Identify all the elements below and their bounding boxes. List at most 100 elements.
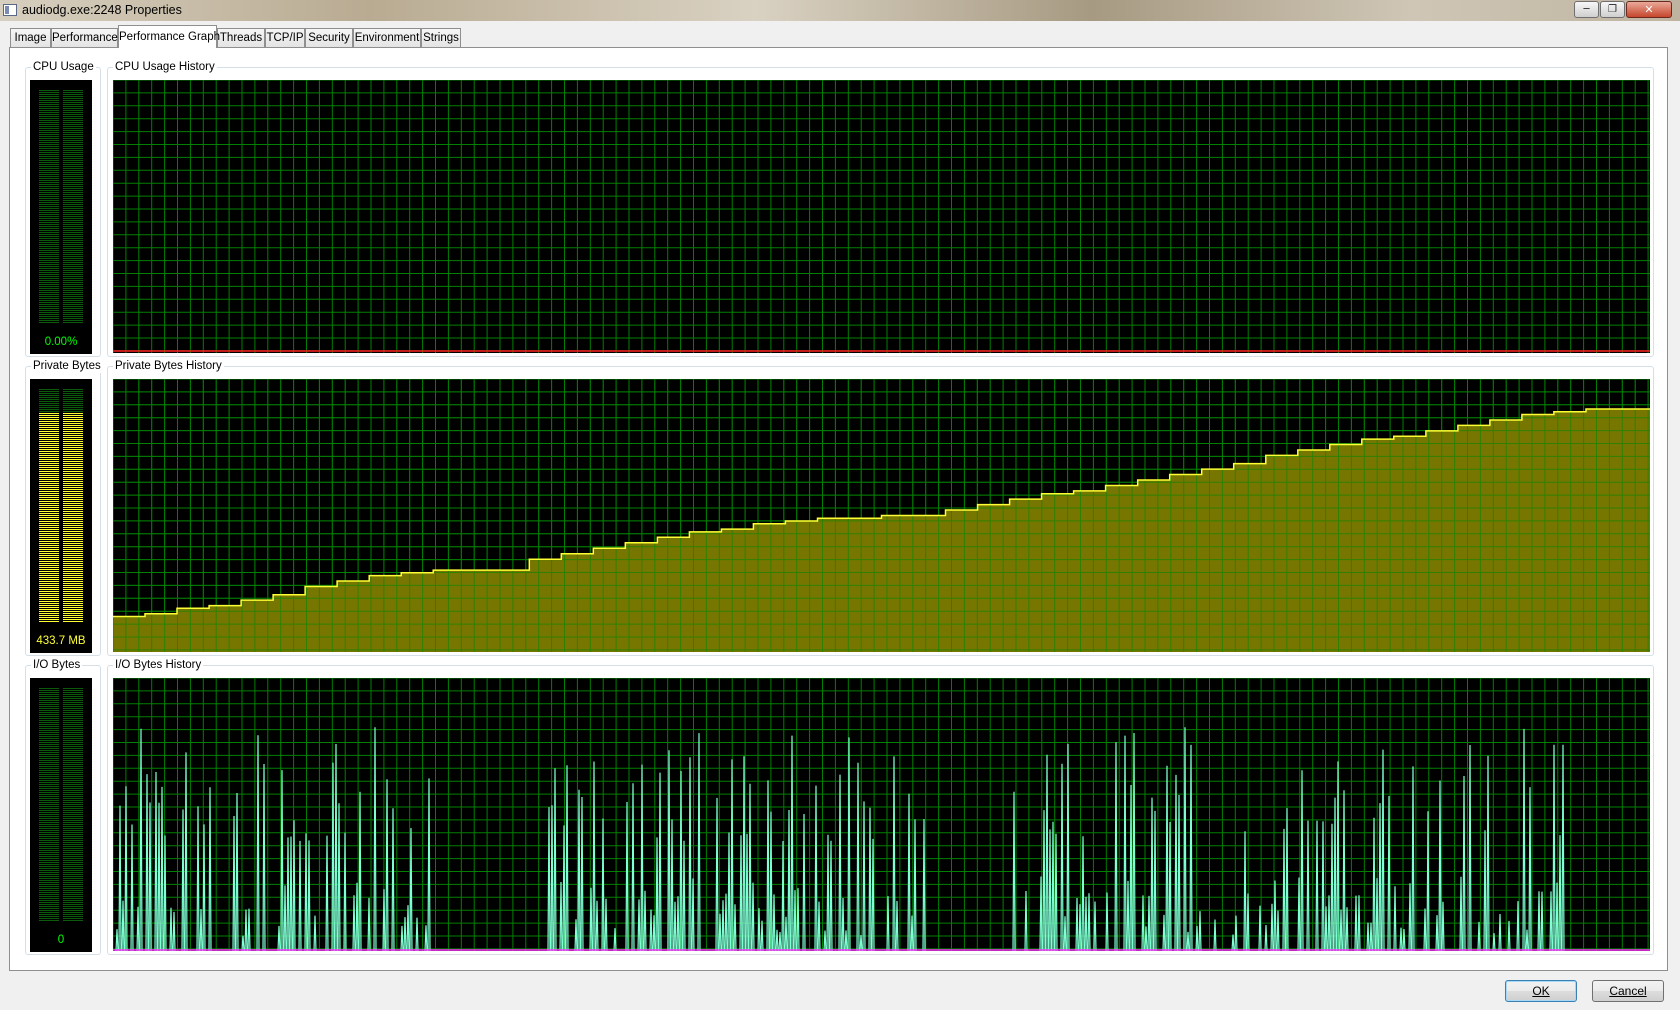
meter-segment-empty: [39, 772, 59, 773]
meter-segment-filled: [63, 417, 83, 418]
meter-segment-filled: [63, 419, 83, 420]
meter-segment-empty: [39, 714, 59, 715]
meter-segment-filled: [39, 613, 59, 614]
meter-segment-empty: [39, 94, 59, 95]
meter-segment-empty: [39, 134, 59, 135]
meter-segment-empty: [39, 230, 59, 231]
meter-segment-filled: [39, 581, 59, 582]
meter-segment-filled: [63, 569, 83, 570]
meter-segment-filled: [39, 547, 59, 548]
tab-threads[interactable]: Threads: [217, 28, 265, 48]
meter-segment-filled: [39, 475, 59, 476]
meter-segment-empty: [63, 880, 83, 881]
minimize-button[interactable]: ─: [1574, 1, 1599, 18]
meter-segment-filled: [39, 443, 59, 444]
meter-segment-empty: [39, 397, 59, 398]
meter-segment-empty: [39, 832, 59, 833]
meter-segment-filled: [63, 611, 83, 612]
meter-segment-empty: [63, 792, 83, 793]
meter-segment-empty: [39, 220, 59, 221]
meter-segment-filled: [63, 527, 83, 528]
meter-segment-empty: [39, 304, 59, 305]
meter-segment-filled: [63, 531, 83, 532]
meter-segment-empty: [39, 844, 59, 845]
tab-image[interactable]: Image: [10, 28, 51, 48]
ok-button[interactable]: OK: [1505, 980, 1577, 1002]
meter-segment-empty: [39, 202, 59, 203]
meter-segment-filled: [39, 503, 59, 504]
meter-segment-filled: [63, 541, 83, 542]
meter-segment-empty: [63, 208, 83, 209]
meter-segment-filled: [39, 479, 59, 480]
meter-segment-empty: [63, 240, 83, 241]
cancel-button[interactable]: Cancel: [1592, 980, 1664, 1002]
tab-tcpip[interactable]: TCP/IP: [265, 28, 305, 48]
meter-segment-filled: [63, 463, 83, 464]
meter-segment-filled: [39, 429, 59, 430]
meter-segment-filled: [63, 505, 83, 506]
meter-segment-empty: [63, 198, 83, 199]
meter-segment-empty: [63, 96, 83, 97]
meter-segment-filled: [39, 521, 59, 522]
tab-strings[interactable]: Strings: [421, 28, 461, 48]
meter-segment-empty: [63, 274, 83, 275]
meter-segment-empty: [39, 916, 59, 917]
meter-segment-empty: [39, 900, 59, 901]
meter-segment-filled: [39, 497, 59, 498]
meter-segment-empty: [63, 164, 83, 165]
meter-segment-empty: [63, 802, 83, 803]
meter-segment-empty: [39, 754, 59, 755]
meter-segment-empty: [39, 250, 59, 251]
meter-segment-empty: [39, 200, 59, 201]
meter-segment-empty: [63, 180, 83, 181]
meter-segment-empty: [39, 248, 59, 249]
meter-segment-empty: [39, 872, 59, 873]
meter-segment-empty: [63, 395, 83, 396]
meter-segment-filled: [39, 435, 59, 436]
meter-segment-empty: [39, 890, 59, 891]
tab-security[interactable]: Security: [305, 28, 353, 48]
meter-segment-empty: [63, 122, 83, 123]
meter-segment-filled: [63, 521, 83, 522]
meter-segment-filled: [39, 607, 59, 608]
meter-segment-empty: [39, 148, 59, 149]
meter-segment-filled: [63, 425, 83, 426]
meter-segment-empty: [39, 258, 59, 259]
meter-segment-empty: [63, 698, 83, 699]
meter-segment-empty: [39, 240, 59, 241]
meter-segment-filled: [39, 529, 59, 530]
meter-segment-empty: [39, 272, 59, 273]
meter-segment-empty: [63, 170, 83, 171]
meter-segment-filled: [63, 437, 83, 438]
meter-segment-empty: [39, 98, 59, 99]
meter-segment-empty: [63, 411, 83, 412]
meter-segment-filled: [39, 513, 59, 514]
meter-segment-empty: [63, 238, 83, 239]
meter-segment-filled: [39, 577, 59, 578]
meter-segment-empty: [63, 278, 83, 279]
meter-segment-empty: [63, 794, 83, 795]
meter-segment-empty: [63, 132, 83, 133]
meter-segment-empty: [39, 848, 59, 849]
meter-segment-empty: [39, 178, 59, 179]
tab-performance[interactable]: Performance: [51, 28, 118, 48]
meter-segment-filled: [39, 589, 59, 590]
tab-performance-graph[interactable]: Performance Graph: [118, 25, 220, 48]
cpu-history-label: CPU Usage History: [113, 60, 217, 74]
close-button[interactable]: ✕: [1626, 1, 1672, 18]
meter-segment-empty: [63, 920, 83, 921]
meter-segment-empty: [63, 114, 83, 115]
meter-segment-empty: [63, 822, 83, 823]
maximize-button[interactable]: ❐: [1600, 1, 1625, 18]
tab-environment[interactable]: Environment: [353, 28, 421, 48]
meter-segment-filled: [63, 479, 83, 480]
meter-segment-empty: [63, 858, 83, 859]
meter-segment-empty: [39, 800, 59, 801]
meter-segment-empty: [63, 168, 83, 169]
meter-segment-empty: [63, 908, 83, 909]
meter-segment-filled: [39, 501, 59, 502]
meter-segment-empty: [39, 878, 59, 879]
meter-segment-filled: [39, 523, 59, 524]
meter-segment-filled: [63, 455, 83, 456]
window-app-icon[interactable]: [3, 4, 17, 16]
